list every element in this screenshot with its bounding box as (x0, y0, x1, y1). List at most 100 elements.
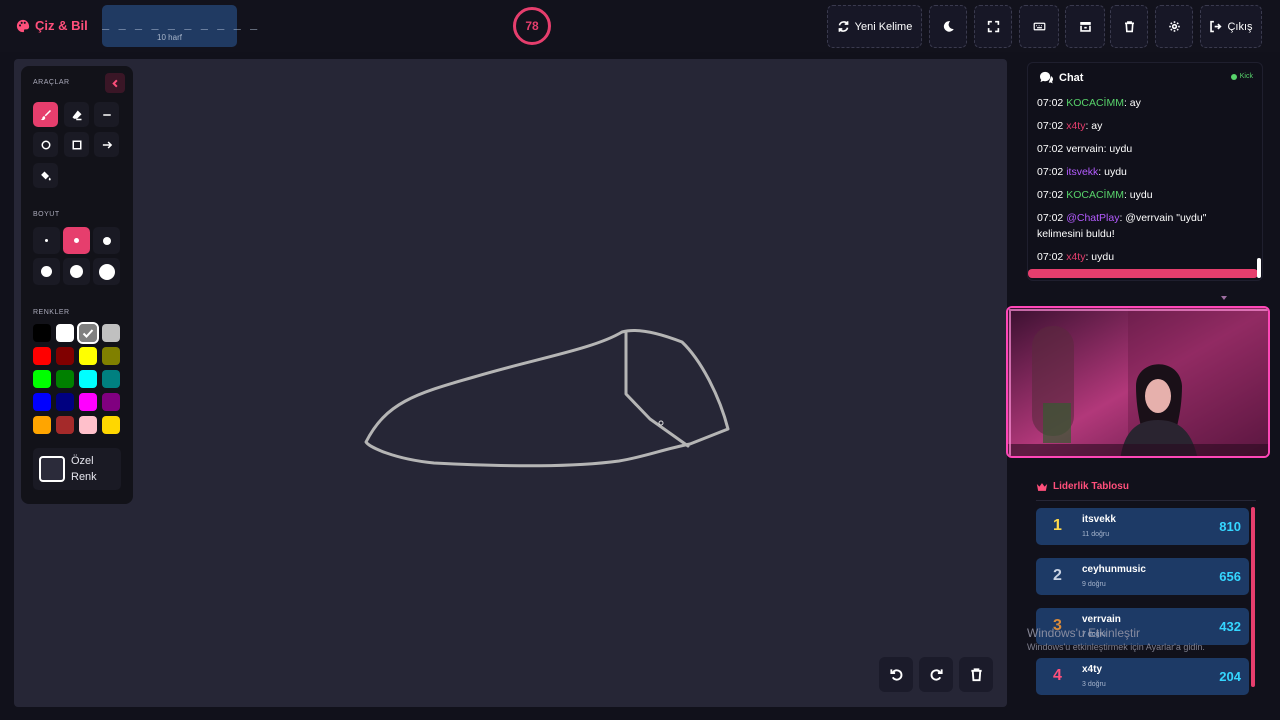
color-swatch[interactable] (56, 347, 74, 365)
webcam-image (1008, 308, 1268, 456)
chat-scrollbar-track[interactable] (1028, 269, 1258, 278)
tools-panel: ARAÇLAR BOYUT RENKLER Özel Renk (21, 66, 133, 504)
message-time: 07:02 (1037, 251, 1067, 263)
message-user[interactable]: x4ty (1066, 251, 1085, 263)
size-option-6[interactable] (93, 258, 120, 285)
leaderboard-correct-count: 3 doğru (1082, 681, 1106, 688)
color-swatch[interactable] (33, 416, 51, 434)
keyboard-button[interactable] (1019, 5, 1059, 48)
collapse-panel-button[interactable] (105, 73, 125, 93)
top-bar: Çiz & Bil _ _ _ _ _ _ _ _ _ _ 10 harf 78… (0, 0, 1280, 52)
color-swatch[interactable] (56, 324, 74, 342)
circle-icon (41, 140, 50, 149)
message-user[interactable]: KOCACİMM (1066, 97, 1124, 109)
color-swatch[interactable] (79, 370, 97, 388)
chat-scrollbar-thumb[interactable] (1257, 258, 1261, 278)
color-swatch[interactable] (56, 370, 74, 388)
size-option-3[interactable] (93, 227, 120, 254)
color-swatch[interactable] (79, 416, 97, 434)
color-swatch[interactable] (56, 416, 74, 434)
leaderboard-rank: 1 (1053, 517, 1062, 534)
brush-tool[interactable] (33, 102, 58, 127)
size-option-5[interactable] (63, 258, 90, 285)
drawing-strokes (364, 328, 730, 468)
rectangle-tool[interactable] (64, 132, 89, 157)
gear-icon (1168, 21, 1180, 32)
chat-message: 07:02 @ChatPlay: @verrvain "uydu" kelime… (1037, 210, 1252, 242)
leaderboard-correct-count: 11 doğru (1082, 531, 1110, 538)
leaderboard-score: 204 (1219, 669, 1241, 684)
message-user[interactable]: @ChatPlay (1066, 212, 1119, 224)
color-swatch[interactable] (33, 393, 51, 411)
leaderboard-score: 810 (1219, 519, 1241, 534)
exit-button[interactable]: Çıkış (1200, 5, 1262, 48)
line-tool[interactable] (94, 102, 119, 127)
message-user[interactable]: verrvain (1066, 143, 1103, 155)
color-swatch[interactable] (33, 324, 51, 342)
chat-message: 07:02 x4ty: uydu (1037, 249, 1252, 265)
color-swatch[interactable] (79, 347, 97, 365)
message-time: 07:02 (1037, 143, 1067, 155)
size-option-2[interactable] (63, 227, 90, 254)
clear-canvas-button[interactable] (959, 657, 993, 692)
sign-out-icon (1210, 20, 1222, 33)
archive-button[interactable] (1065, 5, 1105, 48)
color-swatch[interactable] (56, 393, 74, 411)
color-swatch[interactable] (102, 393, 120, 411)
color-swatch[interactable] (79, 393, 97, 411)
message-user[interactable]: KOCACİMM (1066, 189, 1124, 201)
delete-button[interactable] (1110, 5, 1148, 48)
size-option-1[interactable] (33, 227, 60, 254)
caret-down-icon (1221, 296, 1227, 300)
webcam-overlay (1006, 306, 1270, 458)
leaderboard-name: verrvain (1082, 614, 1121, 625)
palette-icon (16, 19, 30, 32)
custom-color-button[interactable]: Özel Renk (33, 448, 121, 490)
paint-bucket-icon (40, 171, 51, 180)
hidden-word-box: _ _ _ _ _ _ _ _ _ _ 10 harf (102, 5, 257, 47)
leaderboard-header: Liderlik Tablosu (1036, 481, 1129, 492)
message-text: : uydu (1098, 166, 1127, 178)
moon-icon (943, 21, 954, 32)
refresh-icon (838, 21, 849, 32)
arrow-tool[interactable] (94, 132, 119, 157)
message-user[interactable]: itsvekk (1066, 166, 1098, 178)
theme-toggle-button[interactable] (929, 5, 967, 48)
leaderboard-row: 4 x4ty 3 doğru 204 (1036, 658, 1249, 695)
message-user[interactable]: x4ty (1066, 120, 1085, 132)
leaderboard-scrollbar[interactable] (1251, 507, 1255, 687)
leaderboard-score: 432 (1219, 619, 1241, 634)
color-swatch[interactable] (102, 370, 120, 388)
color-swatch[interactable] (102, 416, 120, 434)
brand: Çiz & Bil (16, 18, 88, 33)
settings-button[interactable] (1155, 5, 1193, 48)
circle-tool[interactable] (33, 132, 58, 157)
drawing-stroke (624, 331, 690, 448)
custom-color-preview (39, 456, 65, 482)
color-swatch[interactable] (77, 322, 99, 344)
size-option-4[interactable] (33, 258, 60, 285)
fullscreen-button[interactable] (974, 5, 1012, 48)
color-swatch[interactable] (102, 347, 120, 365)
windows-activation-watermark: Windows'u Etkinleştir Windows'u etkinleş… (1027, 626, 1205, 652)
drawing-canvas[interactable] (14, 59, 1007, 707)
chat-message: 07:02 itsvekk: uydu (1037, 164, 1252, 180)
redo-button[interactable] (919, 657, 953, 692)
color-swatch[interactable] (102, 324, 120, 342)
leaderboard-row: 2 ceyhunmusic 9 doğru 656 (1036, 558, 1249, 595)
custom-color-label: Özel Renk (71, 455, 97, 483)
chat-message: 07:02 KOCACİMM: ay (1037, 95, 1252, 111)
color-swatch[interactable] (33, 370, 51, 388)
exit-label: Çıkış (1227, 20, 1253, 33)
leaderboard-row: 1 itsvekk 11 doğru 810 (1036, 508, 1249, 545)
eraser-tool[interactable] (64, 102, 89, 127)
brand-name: Çiz & Bil (35, 18, 88, 33)
trash-icon (970, 668, 982, 682)
undo-button[interactable] (879, 657, 913, 692)
leaderboard-score: 656 (1219, 569, 1241, 584)
fill-tool[interactable] (33, 163, 58, 188)
new-word-button[interactable]: Yeni Kelime (827, 5, 922, 48)
square-icon (72, 140, 81, 149)
eraser-icon (72, 110, 81, 120)
color-swatch[interactable] (33, 347, 51, 365)
